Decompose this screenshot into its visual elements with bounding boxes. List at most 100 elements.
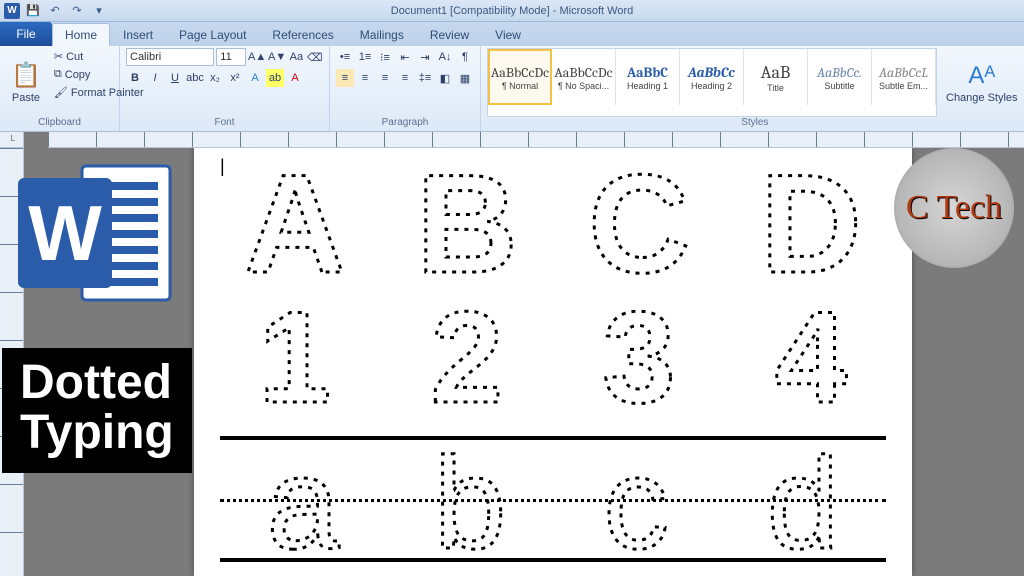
styles-gallery[interactable]: AaBbCcDc ¶ Normal AaBbCcDc ¶ No Spaci...… <box>487 48 937 117</box>
group-title-styles: Styles <box>487 117 1023 129</box>
cut-icon: ✂ <box>54 50 63 63</box>
strike-button[interactable]: abc <box>186 69 204 87</box>
tab-review[interactable]: Review <box>417 23 482 46</box>
svg-text:B: B <box>416 162 517 292</box>
svg-text:A: A <box>244 162 345 292</box>
shrink-font-icon[interactable]: A▼ <box>268 48 286 66</box>
ribbon-tabs: File Home Insert Page Layout References … <box>0 22 1024 46</box>
indent-inc-icon[interactable]: ⇥ <box>416 48 434 66</box>
quick-access-toolbar: W 💾 ↶ ↷ ▾ <box>0 2 108 20</box>
trace-d: d <box>728 426 878 556</box>
ribbon: 📋 Paste ✂ Cut ⧉ Copy 🖌 Format Painter Cl… <box>0 46 1024 132</box>
ruler-area: └ <box>0 132 1024 148</box>
word-app-icon[interactable]: W <box>4 3 20 19</box>
tab-insert[interactable]: Insert <box>110 23 166 46</box>
highlight-icon[interactable]: ab <box>266 69 284 87</box>
tab-home[interactable]: Home <box>52 23 110 46</box>
subscript-button[interactable]: x₂ <box>206 69 224 87</box>
channel-logo-overlay: C Tech <box>894 148 1014 268</box>
qat-customize-icon[interactable]: ▾ <box>90 2 108 20</box>
style-heading-2[interactable]: AaBbCc Heading 2 <box>680 49 744 105</box>
group-font: Calibri 11 A▲ A▼ Aa ⌫ B I U abc x₂ x² A … <box>120 46 330 131</box>
title-bar: W 💾 ↶ ↷ ▾ Document1 [Compatibility Mode]… <box>0 0 1024 22</box>
title-banner-overlay: Dotted Typing <box>2 348 192 473</box>
undo-icon[interactable]: ↶ <box>46 2 64 20</box>
show-marks-icon[interactable]: ¶ <box>456 48 474 66</box>
svg-text:D: D <box>760 162 861 292</box>
dotted-row-digits: 1 2 3 4 <box>220 302 886 422</box>
font-color-icon[interactable]: A <box>286 69 304 87</box>
multilevel-icon[interactable]: ⁝≡ <box>376 48 394 66</box>
style-title[interactable]: AaB Title <box>744 49 808 105</box>
svg-text:C: C <box>588 162 689 292</box>
tab-references[interactable]: References <box>259 23 346 46</box>
style-no-spacing[interactable]: AaBbCcDc ¶ No Spaci... <box>552 49 616 105</box>
redo-icon[interactable]: ↷ <box>68 2 86 20</box>
superscript-button[interactable]: x² <box>226 69 244 87</box>
grow-font-icon[interactable]: A▲ <box>248 48 266 66</box>
align-right-icon[interactable]: ≡ <box>376 69 394 87</box>
text-effects-icon[interactable]: A <box>246 69 264 87</box>
glyph-A: A <box>220 162 370 292</box>
italic-button[interactable]: I <box>146 69 164 87</box>
glyph-D: D <box>736 162 886 292</box>
bullets-icon[interactable]: •≡ <box>336 48 354 66</box>
glyph-3: 3 <box>564 302 714 422</box>
glyph-1: 1 <box>220 302 370 422</box>
change-styles-button[interactable]: Aᴬ Change Styles <box>941 48 1023 117</box>
tab-selector-icon[interactable]: └ <box>0 132 24 148</box>
indent-dec-icon[interactable]: ⇤ <box>396 48 414 66</box>
group-styles: AaBbCcDc ¶ Normal AaBbCcDc ¶ No Spaci...… <box>481 46 1024 131</box>
tracing-block: a b c d <box>220 436 886 562</box>
paste-button[interactable]: 📋 Paste <box>6 48 46 117</box>
banner-line-1: Dotted <box>20 358 174 408</box>
trace-a: a <box>228 426 378 556</box>
underline-button[interactable]: U <box>166 69 184 87</box>
style-normal[interactable]: AaBbCcDc ¶ Normal <box>488 49 552 105</box>
style-subtitle[interactable]: AaBbCc. Subtitle <box>808 49 872 105</box>
sort-icon[interactable]: A↓ <box>436 48 454 66</box>
paste-label: Paste <box>12 92 40 104</box>
align-left-icon[interactable]: ≡ <box>336 69 354 87</box>
line-spacing-icon[interactable]: ‡≡ <box>416 69 434 87</box>
glyph-B: B <box>392 162 542 292</box>
glyph-C: C <box>564 162 714 292</box>
change-case-icon[interactable]: Aa <box>288 48 304 66</box>
font-name-field[interactable]: Calibri <box>126 48 214 66</box>
banner-line-2: Typing <box>20 408 174 458</box>
shading-icon[interactable]: ◧ <box>436 69 454 87</box>
change-styles-icon: Aᴬ <box>968 62 995 90</box>
brush-icon: 🖌 <box>54 86 68 99</box>
save-icon[interactable]: 💾 <box>24 2 42 20</box>
cut-label: Cut <box>66 51 83 63</box>
group-clipboard: 📋 Paste ✂ Cut ⧉ Copy 🖌 Format Painter Cl… <box>0 46 120 131</box>
tab-mailings[interactable]: Mailings <box>347 23 417 46</box>
group-title-font: Font <box>126 117 323 129</box>
dotted-row-letters: A B C D <box>220 162 886 292</box>
text-cursor: | <box>220 156 225 177</box>
borders-icon[interactable]: ▦ <box>456 69 474 87</box>
trace-b: b <box>395 426 545 556</box>
svg-text:1: 1 <box>259 302 331 422</box>
copy-label: Copy <box>65 69 91 81</box>
clear-format-icon[interactable]: ⌫ <box>307 48 323 66</box>
ruler-horizontal[interactable] <box>48 132 1024 148</box>
group-paragraph: •≡ 1≡ ⁝≡ ⇤ ⇥ A↓ ¶ ≡ ≡ ≡ ≡ ‡≡ ◧ ▦ Paragra… <box>330 46 481 131</box>
paste-icon: 📋 <box>11 61 41 90</box>
tab-file[interactable]: File <box>0 22 52 46</box>
style-heading-1[interactable]: AaBbC Heading 1 <box>616 49 680 105</box>
svg-text:2: 2 <box>431 302 503 422</box>
numbering-icon[interactable]: 1≡ <box>356 48 374 66</box>
style-subtle-emphasis[interactable]: AaBbCcL Subtle Em... <box>872 49 936 105</box>
justify-icon[interactable]: ≡ <box>396 69 414 87</box>
font-size-field[interactable]: 11 <box>216 48 246 66</box>
glyph-2: 2 <box>392 302 542 422</box>
svg-text:a: a <box>267 430 340 556</box>
word-logo-overlay: W <box>12 148 182 318</box>
tab-page-layout[interactable]: Page Layout <box>166 23 259 46</box>
align-center-icon[interactable]: ≡ <box>356 69 374 87</box>
page[interactable]: | A B C D 1 2 3 4 a b c <box>194 148 912 576</box>
channel-logo-text: C Tech <box>906 189 1002 227</box>
tab-view[interactable]: View <box>482 23 534 46</box>
bold-button[interactable]: B <box>126 69 144 87</box>
